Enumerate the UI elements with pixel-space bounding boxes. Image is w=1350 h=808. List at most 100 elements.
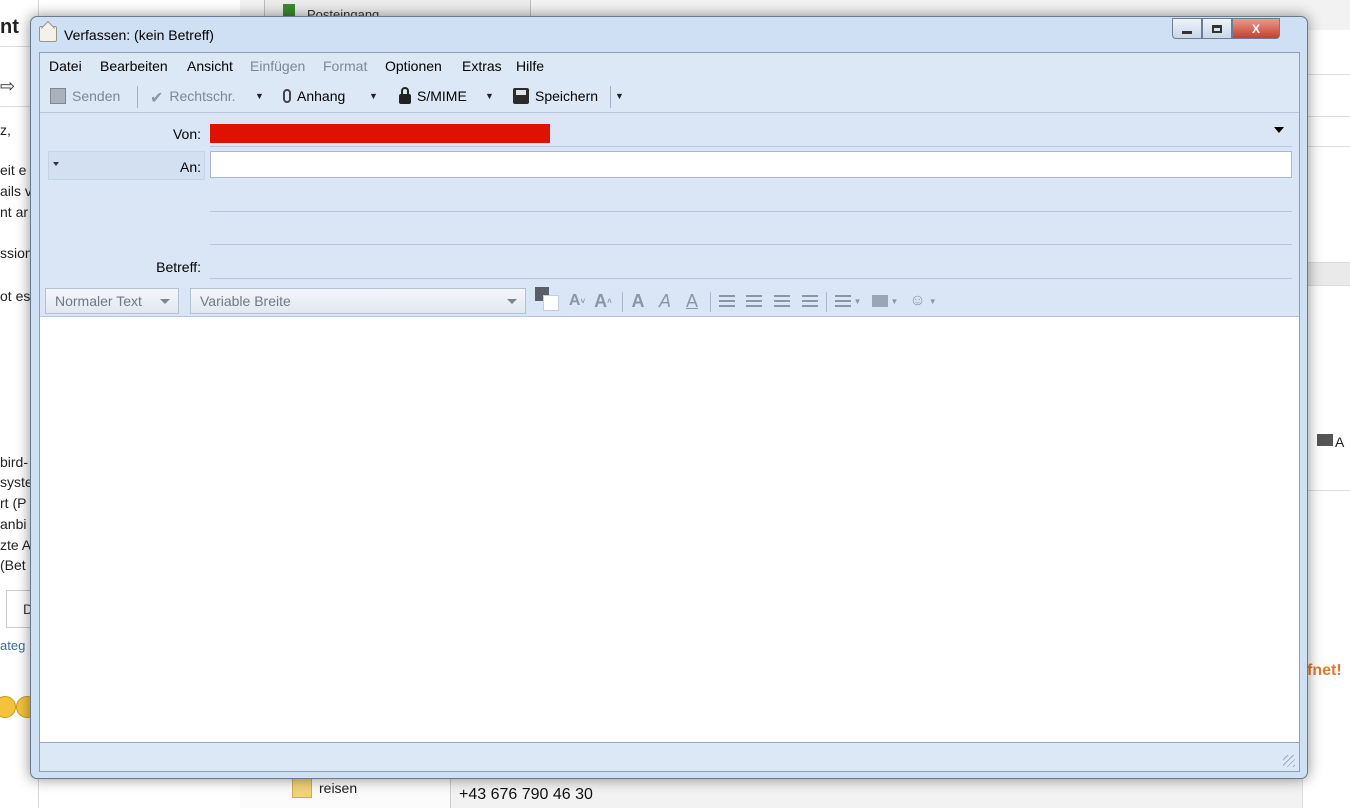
maximize-button[interactable]	[1202, 18, 1232, 39]
bg-text: bird-	[0, 454, 29, 470]
floppy-disk-icon	[513, 88, 529, 104]
bg-text: ot es	[0, 288, 31, 304]
decrease-font-size-icon[interactable]: A ˅	[567, 291, 587, 311]
spellcheck-label: Rechtschr.	[169, 88, 236, 104]
paperclip-icon	[283, 89, 291, 103]
attach-dropdown[interactable]: ▼	[367, 84, 381, 108]
spellcheck-dropdown[interactable]: ▼	[253, 84, 267, 108]
menu-extras[interactable]: Extras	[462, 58, 502, 74]
bg-text: anbi	[0, 516, 27, 532]
format-toolbar: Normaler Text Variable Breite A ˅ A ˄ A A …	[40, 284, 1299, 317]
bg-text: zte A	[0, 537, 32, 553]
bg-heading: nt	[0, 16, 19, 38]
bg-text: z,	[0, 122, 11, 138]
toolbar-separator	[137, 86, 138, 108]
empty-recipient-row[interactable]	[210, 211, 1292, 212]
bg-orange-text: fnet!	[1307, 662, 1342, 679]
save-button[interactable]: Speichern	[513, 84, 598, 108]
numbered-list-icon[interactable]	[744, 291, 764, 311]
bullet-list-icon[interactable]	[717, 291, 737, 311]
chevron-down-icon: ▼	[485, 91, 494, 101]
chevron-down-icon: ▼	[615, 91, 624, 101]
menu-hilfe[interactable]: Hilfe	[516, 58, 544, 74]
smime-button[interactable]: S/MIME	[399, 84, 467, 108]
compose-window: Verfassen: (kein Betreff) X Datei Bearbe…	[30, 16, 1308, 779]
bg-text: A	[1335, 434, 1345, 450]
smime-dropdown[interactable]: ▼	[483, 84, 497, 108]
folder-icon	[292, 778, 312, 798]
attach-label: Anhang	[297, 88, 346, 104]
menu-einfuegen[interactable]: Einfügen	[250, 58, 305, 74]
to-label: An:	[179, 159, 201, 175]
bg-text: syste	[0, 474, 33, 490]
menu-bearbeiten[interactable]: Bearbeiten	[100, 58, 168, 74]
indent-icon[interactable]	[800, 291, 820, 311]
chevron-down-icon	[507, 299, 517, 304]
title-bar[interactable]: Verfassen: (kein Betreff) X	[31, 17, 1307, 49]
paragraph-format-select[interactable]: Normaler Text	[45, 288, 179, 314]
compose-content: Datei Bearbeiten Ansicht Einfügen Format…	[39, 52, 1300, 772]
archive-icon	[1317, 434, 1333, 446]
outdent-icon[interactable]	[772, 291, 792, 311]
font-select[interactable]: Variable Breite	[190, 288, 526, 314]
align-icon[interactable]: ▼	[833, 291, 863, 311]
from-dropdown-icon[interactable]	[1274, 127, 1284, 133]
smiley-icon	[0, 696, 16, 718]
send-button[interactable]: Senden	[50, 84, 120, 108]
maximize-icon	[1212, 24, 1222, 33]
from-label: Von:	[172, 126, 201, 142]
underline-icon[interactable]: A	[682, 291, 702, 311]
paragraph-format-value: Normaler Text	[55, 293, 142, 309]
close-button[interactable]: X	[1232, 18, 1280, 39]
menu-ansicht[interactable]: Ansicht	[187, 58, 233, 74]
chevron-down-icon: ▼	[255, 91, 264, 101]
checkmark-icon: ✔	[150, 90, 164, 107]
bg-gray-bar	[1303, 262, 1350, 286]
insert-object-icon[interactable]: ▼	[869, 291, 901, 311]
menu-bar: Datei Bearbeiten Ansicht Einfügen Format…	[40, 53, 1299, 78]
send-label: Senden	[72, 88, 121, 104]
save-label: Speichern	[535, 88, 599, 104]
from-field-redacted[interactable]	[210, 124, 550, 143]
minimize-button[interactable]	[1172, 18, 1202, 39]
window-title: Verfassen: (kein Betreff)	[64, 27, 214, 43]
close-icon: X	[1251, 21, 1260, 36]
smime-label: S/MIME	[417, 88, 467, 104]
attach-button[interactable]: Anhang	[283, 84, 345, 108]
minimize-icon	[1182, 31, 1192, 34]
message-body-editor[interactable]	[40, 317, 1299, 743]
compose-envelope-icon	[39, 26, 57, 42]
menu-datei[interactable]: Datei	[49, 58, 82, 74]
format-separator	[622, 292, 623, 312]
format-separator	[826, 292, 827, 312]
bg-phone-text: +43 676 790 46 30	[459, 786, 593, 803]
bg-text: rt (P	[0, 495, 27, 511]
font-value: Variable Breite	[200, 293, 291, 309]
text-color-picker[interactable]	[535, 287, 559, 311]
background-color-swatch[interactable]	[543, 295, 559, 311]
chevron-down-icon: ▼	[369, 91, 378, 101]
bg-text: eit e	[0, 162, 27, 178]
italic-icon[interactable]: A	[655, 291, 675, 311]
bg-text: nt ar	[0, 204, 29, 220]
from-underline	[210, 146, 1292, 147]
increase-font-size-icon[interactable]: A ˄	[592, 291, 614, 311]
subject-label: Betreff:	[156, 259, 201, 275]
bg-divider	[1303, 74, 1350, 75]
lock-icon	[399, 87, 411, 104]
to-input[interactable]	[210, 151, 1292, 178]
save-dropdown[interactable]: ▼	[613, 84, 627, 108]
inbox-icon	[283, 4, 295, 16]
subject-input[interactable]	[210, 278, 1292, 279]
chevron-down-icon	[160, 299, 170, 304]
bold-icon[interactable]: A	[628, 291, 648, 311]
bg-divider	[1303, 490, 1350, 491]
smiley-icon[interactable]: ☺ ▼	[907, 291, 939, 311]
menu-format[interactable]: Format	[323, 58, 367, 74]
address-header: Von: An: Betreff:	[40, 113, 1299, 283]
spellcheck-button[interactable]: ✔ Rechtschr.	[150, 84, 236, 108]
empty-recipient-row[interactable]	[210, 244, 1292, 245]
resize-grip-icon[interactable]	[1283, 755, 1295, 767]
chevron-down-icon	[53, 162, 59, 166]
menu-optionen[interactable]: Optionen	[385, 58, 442, 74]
